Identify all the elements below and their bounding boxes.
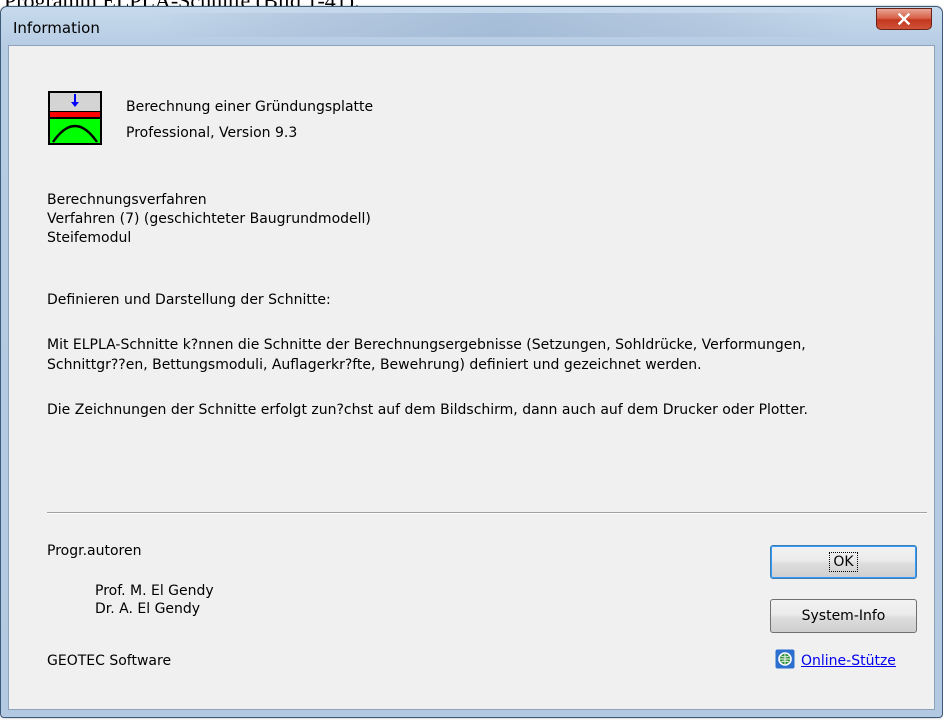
web-globe-icon	[775, 649, 795, 669]
description-para1-line2: Schnittgr??en, Bettungsmoduli, Auflagerk…	[47, 357, 702, 373]
separator	[47, 512, 927, 514]
authors-label: Progr.autoren	[47, 543, 142, 559]
title-bar[interactable]: Information	[1, 7, 942, 47]
description-para1-line1: Mit ELPLA-Schnitte k?nnen die Schnitte d…	[47, 337, 806, 353]
window-title: Information	[13, 19, 100, 37]
elpla-plate-icon	[48, 91, 102, 145]
method-procedure: Verfahren (7) (geschichteter Baugrundmod…	[47, 211, 371, 227]
description-heading: Definieren und Darstellung der Schnitte:	[47, 292, 331, 308]
online-help-link[interactable]: Online-Stütze	[801, 652, 896, 670]
author-1: Prof. M. El Gendy	[95, 583, 214, 599]
title-bar-glass	[151, 13, 851, 37]
system-info-button[interactable]: System-Info	[770, 599, 917, 633]
author-2: Dr. A. El Gendy	[95, 601, 201, 617]
information-dialog: Information Berechnung einer Gründungspl…	[0, 6, 943, 718]
program-title: Berechnung einer Gründungsplatte	[126, 99, 374, 115]
ok-button-label: OK	[829, 552, 858, 572]
company-name: GEOTEC Software	[47, 653, 172, 669]
method-modulus: Steifemodul	[47, 230, 132, 246]
system-info-button-label: System-Info	[801, 608, 886, 624]
description-para2: Die Zeichnungen der Schnitte erfolgt zun…	[47, 402, 808, 418]
close-icon	[897, 12, 911, 26]
dialog-body: Berechnung einer Gründungsplatte Profess…	[8, 45, 935, 710]
method-heading: Berechnungsverfahren	[47, 192, 207, 208]
program-version: Professional, Version 9.3	[126, 125, 298, 141]
ok-button[interactable]: OK	[770, 545, 917, 579]
close-button[interactable]	[876, 8, 932, 30]
